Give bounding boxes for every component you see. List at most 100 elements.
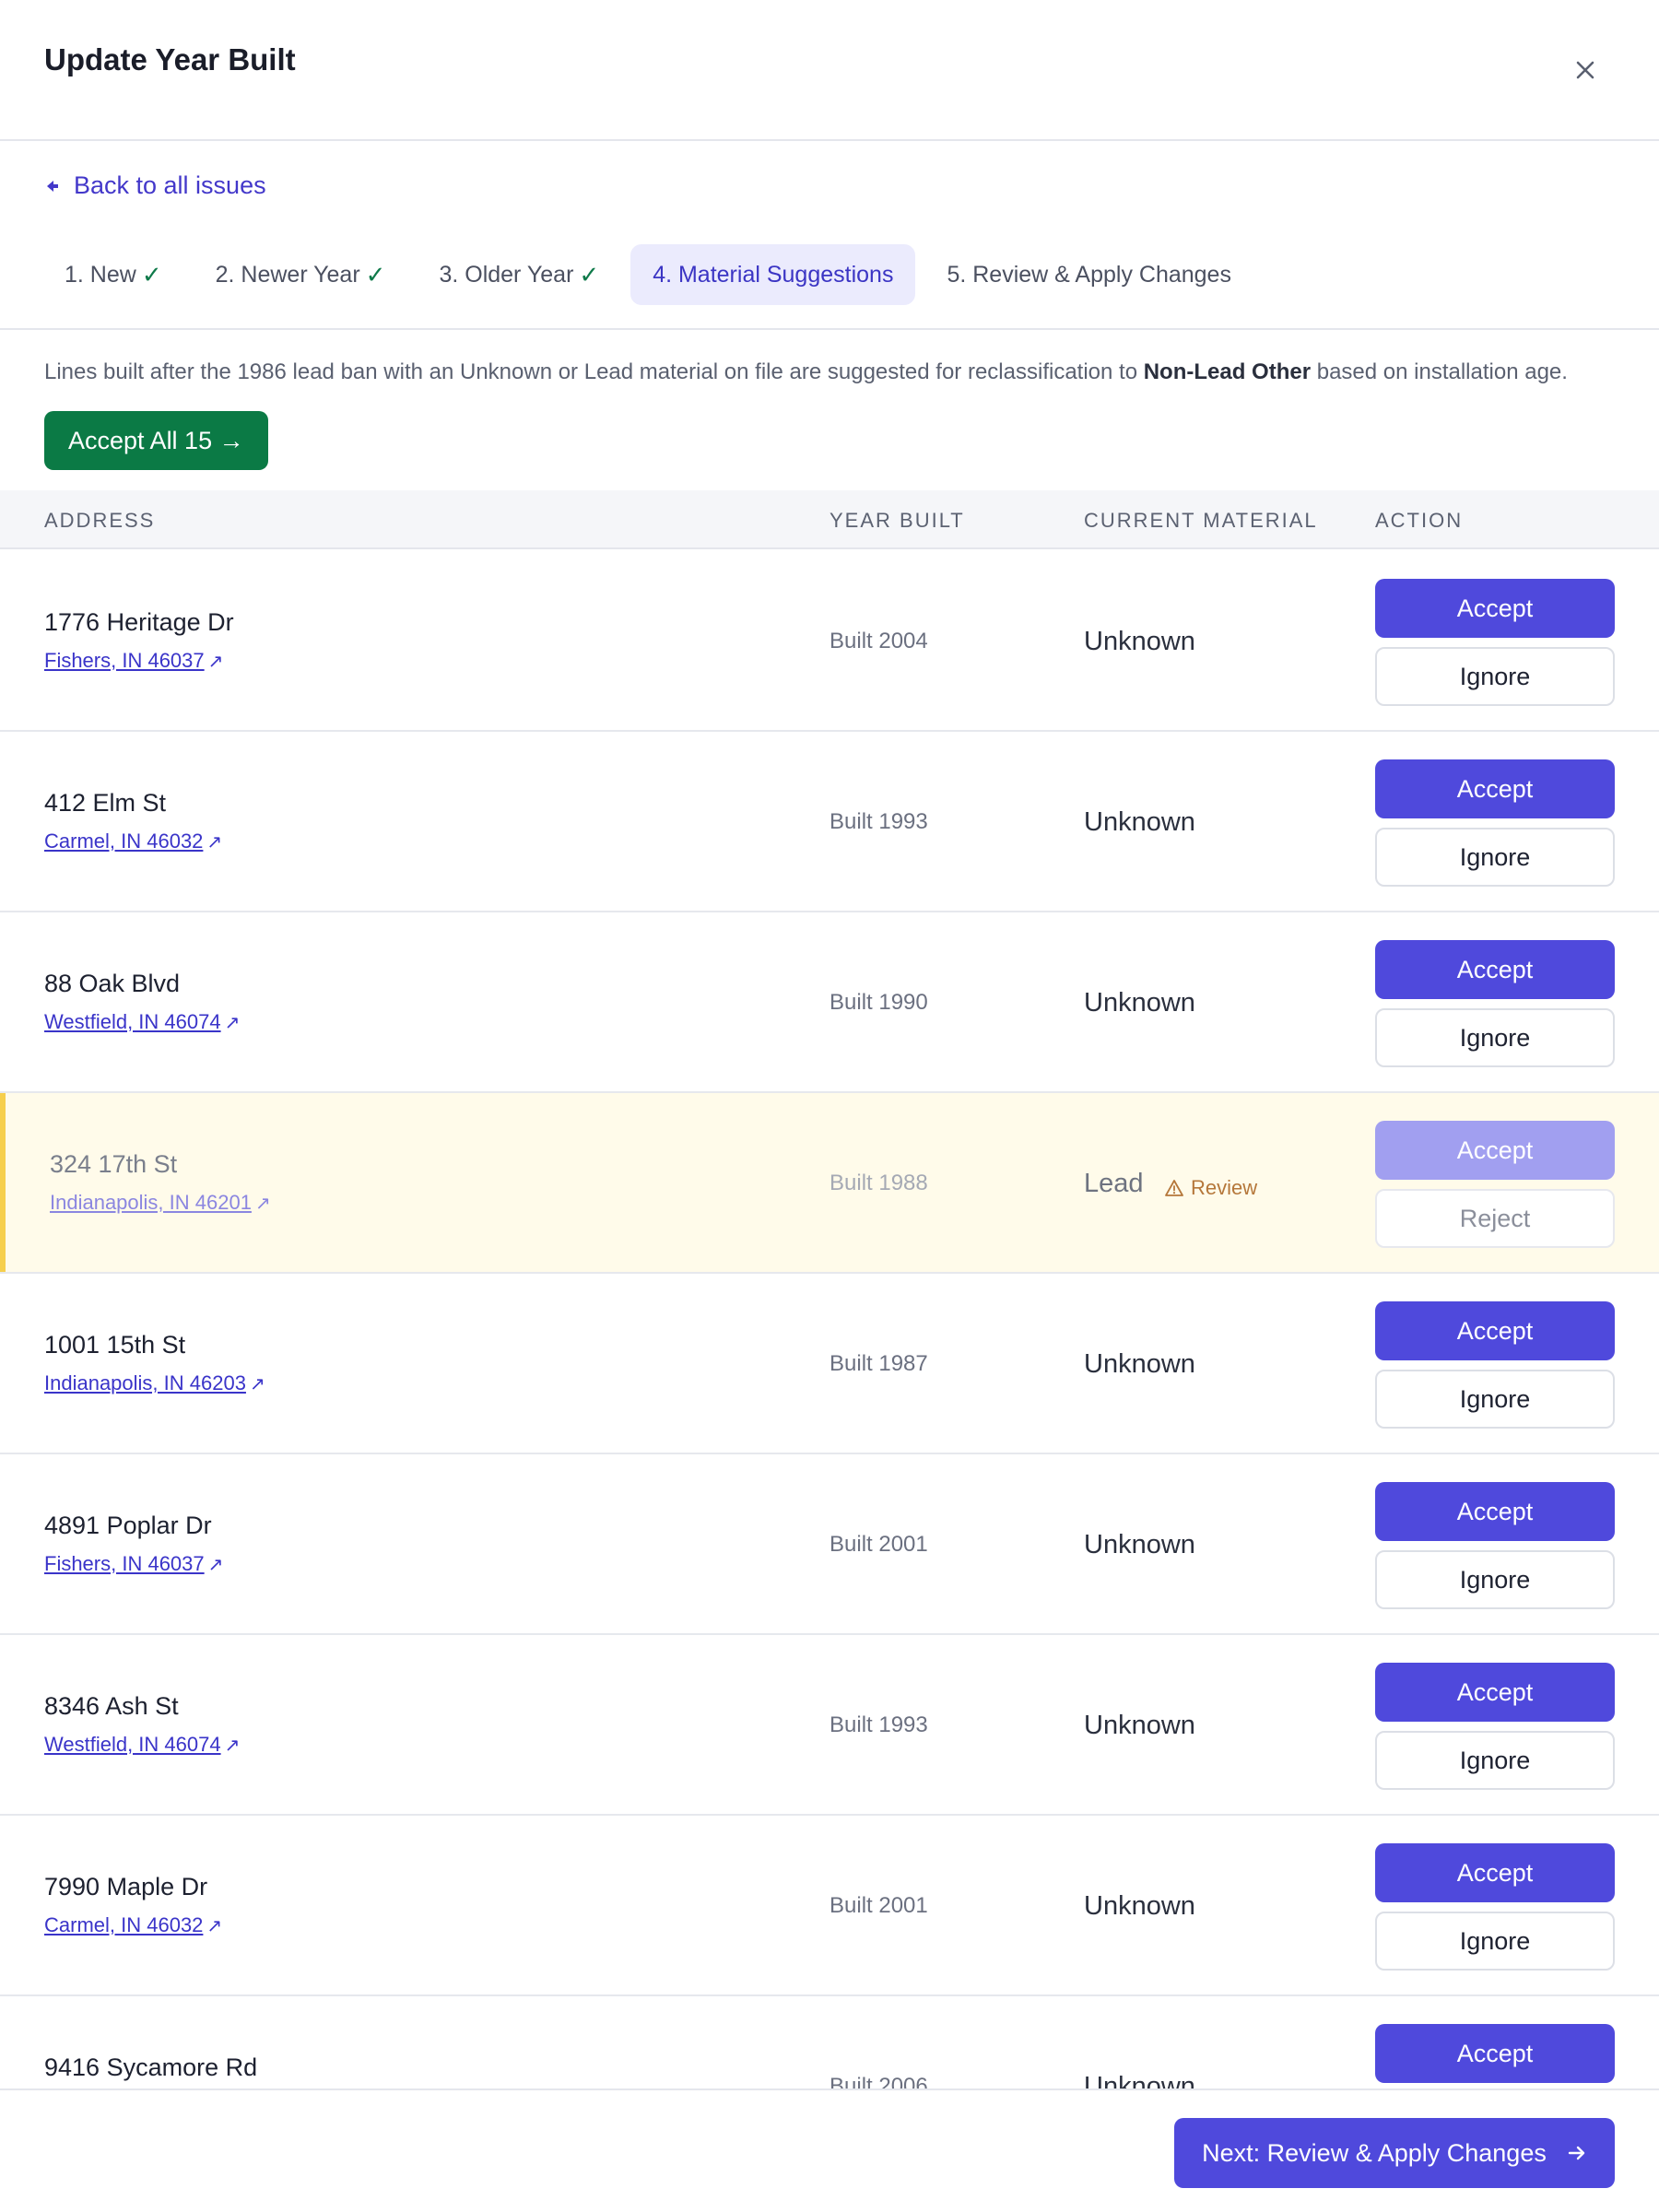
accept-button[interactable]: Accept bbox=[1375, 2024, 1615, 2083]
ignore-button[interactable]: Ignore bbox=[1375, 1731, 1615, 1790]
tab-label: 3. Older Year bbox=[439, 261, 574, 288]
street-address: 4891 Poplar Dr bbox=[44, 1512, 212, 1539]
city-link[interactable]: Indianapolis, IN 46201 ↗ bbox=[50, 1191, 271, 1215]
street-address: 324 17th St bbox=[50, 1150, 178, 1178]
year-built: Built 1987 bbox=[830, 1351, 928, 1376]
table-row: 7990 Maple Dr Carmel, IN 46032 ↗ Built 20… bbox=[0, 1816, 1659, 1996]
city-label: Fishers, IN 46037 bbox=[44, 1552, 205, 1575]
year-built: Built 2004 bbox=[830, 629, 928, 653]
external-link-icon: ↗ bbox=[206, 1916, 223, 1936]
external-link-icon: ↗ bbox=[224, 1013, 241, 1033]
header-current-material: CURRENT MATERIAL bbox=[1084, 509, 1318, 532]
header-action: ACTION bbox=[1375, 509, 1464, 532]
current-material: Unknown bbox=[1084, 1711, 1195, 1740]
current-material: Unknown bbox=[1084, 2072, 1195, 2088]
city-label: Carmel, IN 46032 bbox=[44, 830, 204, 853]
year-built: Built 2001 bbox=[830, 1893, 928, 1918]
tab-label: 2. Newer Year bbox=[215, 261, 360, 288]
year-built: Built 2001 bbox=[830, 1532, 928, 1557]
back-label: Back to all issues bbox=[74, 171, 266, 199]
accept-button[interactable]: Accept bbox=[1375, 1843, 1615, 1902]
accept-button[interactable]: Accept bbox=[1375, 1663, 1615, 1722]
city-link[interactable]: Westfield, IN 46074 ↗ bbox=[44, 1733, 240, 1757]
year-built: Built 1990 bbox=[830, 990, 928, 1015]
city-label: Westfield, IN 46074 bbox=[44, 1733, 221, 1756]
table-row: 1001 15th St Indianapolis, IN 46203 ↗ Bui… bbox=[0, 1274, 1659, 1454]
accept-button[interactable]: Accept bbox=[1375, 940, 1615, 999]
table-row: 412 Elm St Carmel, IN 46032 ↗ Built 1993 … bbox=[0, 732, 1659, 912]
year-built: Built 2006 bbox=[830, 2074, 928, 2088]
accept-button[interactable]: Accept bbox=[1375, 759, 1615, 818]
current-material: Unknown bbox=[1084, 988, 1195, 1018]
table-header: ADDRESS YEAR BUILT CURRENT MATERIAL ACTI… bbox=[0, 490, 1659, 549]
ignore-button[interactable]: Ignore bbox=[1375, 1008, 1615, 1067]
tab-material-suggestions[interactable]: 4. Material Suggestions bbox=[630, 244, 916, 305]
accept-button[interactable]: Accept bbox=[1375, 1482, 1615, 1541]
accept-button[interactable]: Accept bbox=[1375, 579, 1615, 638]
table-row: 4891 Poplar Dr Fishers, IN 46037 ↗ Built … bbox=[0, 1454, 1659, 1635]
accept-button[interactable]: Accept bbox=[1375, 1301, 1615, 1360]
dialog-header: Update Year Built bbox=[0, 0, 1659, 141]
next-review-apply-button[interactable]: Next: Review & Apply Changes bbox=[1174, 2118, 1615, 2188]
close-button[interactable] bbox=[1567, 52, 1604, 88]
tab-new[interactable]: 1. New ✓ bbox=[42, 244, 184, 305]
ignore-button[interactable]: Ignore bbox=[1375, 647, 1615, 706]
table-row-flagged: 324 17th St Indianapolis, IN 46201 ↗ Buil… bbox=[0, 1093, 1659, 1274]
street-address: 9416 Sycamore Rd bbox=[44, 2053, 258, 2081]
city-link[interactable]: Fishers, IN 46037 ↗ bbox=[44, 649, 223, 673]
external-link-icon: ↗ bbox=[207, 652, 224, 672]
current-material: Unknown bbox=[1084, 1349, 1195, 1379]
tab-label: 1. New bbox=[65, 261, 136, 288]
description-emphasis: Non-Lead Other bbox=[1143, 359, 1312, 384]
tab-newer-year[interactable]: 2. Newer Year ✓ bbox=[194, 244, 408, 305]
street-address: 8346 Ash St bbox=[44, 1692, 179, 1720]
street-address: 1776 Heritage Dr bbox=[44, 608, 234, 636]
external-link-icon: ↗ bbox=[206, 832, 223, 853]
city-link[interactable]: Indianapolis, IN 46203 ↗ bbox=[44, 1371, 265, 1395]
city-link[interactable]: Carmel, IN 46032 ↗ bbox=[44, 1913, 222, 1937]
city-link[interactable]: Westfield, IN 46074 ↗ bbox=[44, 1010, 240, 1034]
ignore-button[interactable]: Ignore bbox=[1375, 1550, 1615, 1609]
back-to-issues-link[interactable]: Back to all issues bbox=[44, 171, 266, 200]
step-tabs: 1. New ✓ 2. Newer Year ✓ 3. Older Year ✓ 4.… bbox=[44, 244, 1263, 305]
tab-review-apply[interactable]: 5. Review & Apply Changes bbox=[924, 244, 1253, 305]
tab-older-year[interactable]: 3. Older Year ✓ bbox=[417, 244, 621, 305]
city-label: Fishers, IN 46037 bbox=[44, 649, 205, 672]
check-icon: ✓ bbox=[141, 260, 162, 288]
review-badge: Review bbox=[1165, 1176, 1257, 1200]
city-label: Carmel, IN 46032 bbox=[44, 1913, 204, 1936]
header-year-built: YEAR BUILT bbox=[830, 509, 965, 532]
street-address: 412 Elm St bbox=[44, 789, 167, 817]
year-built: Built 1993 bbox=[830, 809, 928, 834]
reject-button[interactable]: Reject bbox=[1375, 1189, 1615, 1248]
check-icon: ✓ bbox=[365, 260, 386, 288]
external-link-icon: ↗ bbox=[249, 1374, 265, 1394]
table-row: 1776 Heritage Dr Fishers, IN 46037 ↗ Buil… bbox=[0, 551, 1659, 732]
ignore-button[interactable]: Ignore bbox=[1375, 828, 1615, 887]
ignore-button[interactable]: Ignore bbox=[1375, 1370, 1615, 1429]
city-link[interactable]: Fishers, IN 46037 ↗ bbox=[44, 1552, 223, 1576]
next-label: Next: Review & Apply Changes bbox=[1202, 2138, 1547, 2167]
review-label: Review bbox=[1191, 1176, 1258, 1199]
ignore-button[interactable]: Ignore bbox=[1375, 1912, 1615, 1971]
arrow-right-icon bbox=[1568, 2146, 1585, 2160]
accept-all-button[interactable]: Accept All 15 → bbox=[44, 411, 268, 470]
current-material: Unknown bbox=[1084, 807, 1195, 837]
city-label: Westfield, IN 46074 bbox=[44, 1010, 221, 1033]
street-address: 88 Oak Blvd bbox=[44, 970, 181, 997]
dialog-footer: Next: Review & Apply Changes bbox=[0, 2088, 1659, 2212]
current-material: Lead bbox=[1084, 1169, 1144, 1198]
warning-icon bbox=[1165, 1180, 1183, 1196]
close-icon bbox=[1576, 61, 1594, 79]
description-text: Lines built after the 1986 lead ban with… bbox=[44, 359, 1568, 385]
city-label: Indianapolis, IN 46201 bbox=[50, 1191, 252, 1214]
check-icon: ✓ bbox=[579, 260, 600, 288]
accept-button[interactable]: Accept bbox=[1375, 1121, 1615, 1180]
tab-label: 4. Material Suggestions bbox=[653, 261, 894, 288]
year-built: Built 1993 bbox=[830, 1712, 928, 1737]
description-prefix: Lines built after the 1986 lead ban with… bbox=[44, 359, 1144, 384]
city-link[interactable]: Carmel, IN 46032 ↗ bbox=[44, 830, 222, 853]
city-label: Indianapolis, IN 46203 bbox=[44, 1371, 246, 1394]
table-row: 8346 Ash St Westfield, IN 46074 ↗ Built 1… bbox=[0, 1635, 1659, 1816]
description-suffix: based on installation age. bbox=[1311, 359, 1568, 384]
